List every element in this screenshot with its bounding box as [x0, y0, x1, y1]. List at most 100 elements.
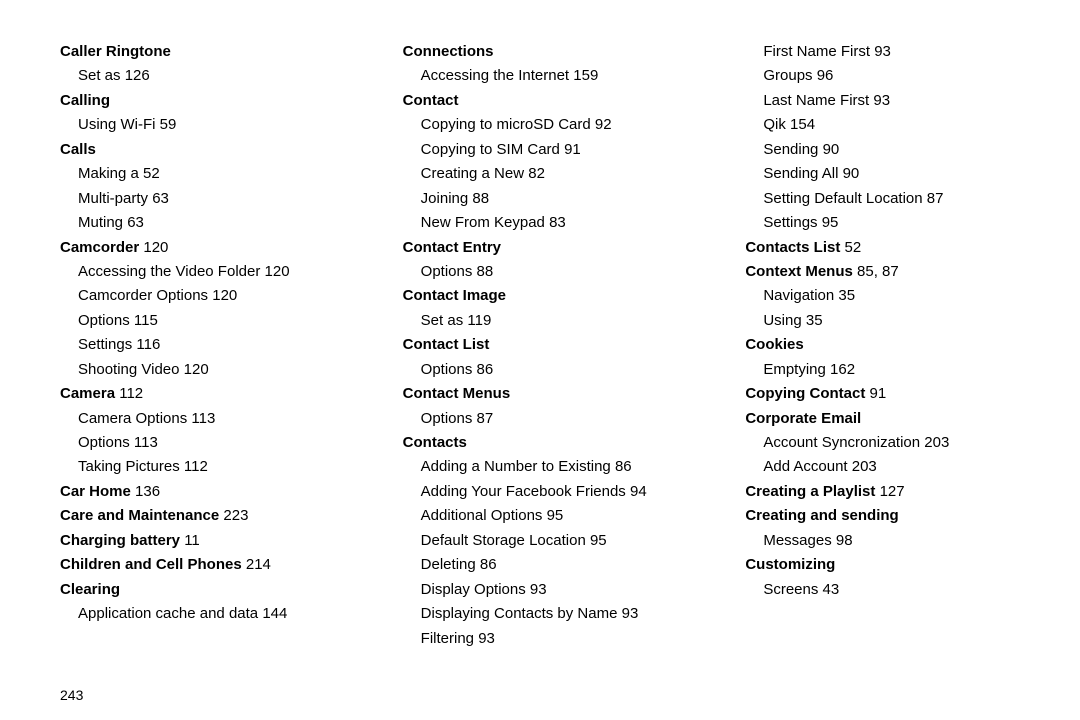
- index-entry: Groups 96: [745, 64, 1030, 88]
- index-subentry: Multi-party: [78, 190, 148, 207]
- index-page-ref: 120: [143, 239, 168, 256]
- index-subentry: Add Account: [763, 458, 847, 475]
- index-page-ref: 112: [184, 458, 208, 475]
- index-entry: Copying to SIM Card 91: [403, 138, 688, 162]
- index-heading: Contacts: [403, 434, 467, 451]
- index-subentry: Adding a Number to Existing: [421, 458, 611, 475]
- index-page-ref: 87: [477, 410, 494, 427]
- index-heading: Contact Entry: [403, 239, 501, 256]
- index-entry: Contact Entry: [403, 236, 688, 260]
- index-subentry: Copying to SIM Card: [421, 141, 560, 158]
- index-entry: Contact: [403, 89, 688, 113]
- index-page-ref: 87: [927, 190, 944, 207]
- index-heading: Car Home: [60, 483, 131, 500]
- index-entry: Calling: [60, 89, 345, 113]
- index-page-ref: 96: [817, 67, 834, 84]
- index-entry: Adding Your Facebook Friends 94: [403, 480, 688, 504]
- index-subentry: Displaying Contacts by Name: [421, 605, 618, 622]
- index-page-ref: 162: [830, 361, 855, 378]
- index-subentry: Display Options: [421, 581, 526, 598]
- index-entry: Contact List: [403, 333, 688, 357]
- index-page-ref: 98: [836, 532, 853, 549]
- index-entry: Options 87: [403, 407, 688, 431]
- index-subentry: Sending All: [763, 165, 838, 182]
- index-page-ref: 214: [246, 556, 271, 573]
- index-entry: Add Account 203: [745, 455, 1030, 479]
- index-subentry: Deleting: [421, 556, 476, 573]
- index-subentry: Account Syncronization: [763, 434, 920, 451]
- index-entry: Sending All 90: [745, 162, 1030, 186]
- index-entry: Accessing the Internet 159: [403, 64, 688, 88]
- index-page-ref: 136: [135, 483, 160, 500]
- index-subentry: Camcorder Options: [78, 287, 208, 304]
- index-entry: Display Options 93: [403, 578, 688, 602]
- index-subentry: New From Keypad: [421, 214, 545, 231]
- index-page-ref: 86: [615, 458, 632, 475]
- index-heading: Contact List: [403, 336, 490, 353]
- index-entry: Connections: [403, 40, 688, 64]
- index-heading: Corporate Email: [745, 410, 861, 427]
- index-page-ref: 82: [528, 165, 545, 182]
- index-entry: Charging battery 11: [60, 529, 345, 553]
- index-entry: Default Storage Location 95: [403, 529, 688, 553]
- index-subentry: Default Storage Location: [421, 532, 586, 549]
- index-page-ref: 223: [223, 507, 248, 524]
- index-page-ref: 203: [852, 458, 877, 475]
- index-heading: Calling: [60, 92, 110, 109]
- index-page-ref: 120: [265, 263, 290, 280]
- index-entry: Displaying Contacts by Name 93: [403, 602, 688, 626]
- index-subentry: Messages: [763, 532, 831, 549]
- index-page-ref: 52: [143, 165, 160, 182]
- index-entry: New From Keypad 83: [403, 211, 688, 235]
- index-entry: Contacts: [403, 431, 688, 455]
- index-entry: Customizing: [745, 553, 1030, 577]
- index-page-ref: 91: [870, 385, 887, 402]
- index-entry: Car Home 136: [60, 480, 345, 504]
- index-page-ref: 35: [838, 287, 855, 304]
- index-page-ref: 203: [924, 434, 949, 451]
- index-entry: Cookies: [745, 333, 1030, 357]
- index-entry: Context Menus 85, 87: [745, 260, 1030, 284]
- index-entry: Options 86: [403, 358, 688, 382]
- index-heading: Camcorder: [60, 239, 139, 256]
- index-entry: Adding a Number to Existing 86: [403, 455, 688, 479]
- index-subentry: Muting: [78, 214, 123, 231]
- index-subentry: Adding Your Facebook Friends: [421, 483, 626, 500]
- index-subentry: Making a: [78, 165, 139, 182]
- index-entry: Messages 98: [745, 529, 1030, 553]
- index-page-ref: 86: [477, 361, 494, 378]
- index-entry: Camera Options 113: [60, 407, 345, 431]
- index-subentry: Camera Options: [78, 410, 187, 427]
- index-subentry: Setting Default Location: [763, 190, 922, 207]
- index-subentry: Set as: [421, 312, 464, 329]
- index-page-ref: 63: [152, 190, 169, 207]
- index-entry: Contact Menus: [403, 382, 688, 406]
- index-page-ref: 91: [564, 141, 581, 158]
- index-entry: Creating a New 82: [403, 162, 688, 186]
- index-subentry: Qik: [763, 116, 786, 133]
- index-entry: Using 35: [745, 309, 1030, 333]
- index-entry: Additional Options 95: [403, 504, 688, 528]
- index-subentry: Settings: [763, 214, 817, 231]
- index-subentry: Creating a New: [421, 165, 524, 182]
- index-page-ref: 86: [480, 556, 497, 573]
- index-heading: Customizing: [745, 556, 835, 573]
- index-column-1: Caller RingtoneSet as 126CallingUsing Wi…: [60, 40, 345, 651]
- index-subentry: Using: [763, 312, 801, 329]
- index-entry: Care and Maintenance 223: [60, 504, 345, 528]
- index-entry: Clearing: [60, 578, 345, 602]
- index-subentry: Accessing the Internet: [421, 67, 569, 84]
- index-entry: Options 113: [60, 431, 345, 455]
- index-heading: Cookies: [745, 336, 803, 353]
- index-subentry: Navigation: [763, 287, 834, 304]
- index-heading: Creating a Playlist: [745, 483, 875, 500]
- index-subentry: Set as: [78, 67, 121, 84]
- index-page-ref: 93: [622, 605, 639, 622]
- index-heading: Caller Ringtone: [60, 43, 171, 60]
- index-entry: Copying Contact 91: [745, 382, 1030, 406]
- index-page-ref: 63: [127, 214, 144, 231]
- index-entry: First Name First 93: [745, 40, 1030, 64]
- index-heading: Children and Cell Phones: [60, 556, 242, 573]
- index-heading: Contact: [403, 92, 459, 109]
- index-subentry: Accessing the Video Folder: [78, 263, 260, 280]
